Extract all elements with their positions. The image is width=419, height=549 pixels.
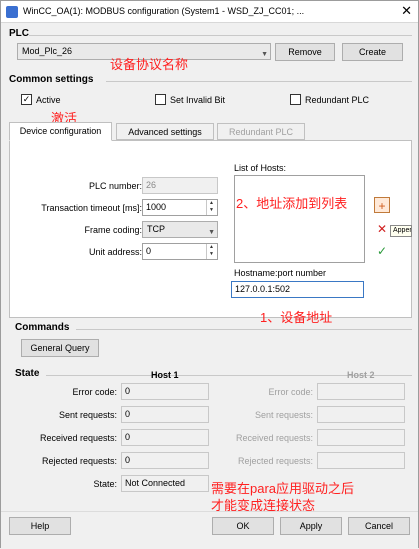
error-code-host1-field: 0 [121,383,209,400]
app-icon [6,6,18,18]
plc-select-value: Mod_Plc_26 [22,46,73,56]
received-requests-host2-label: Received requests: [235,433,313,443]
accept-host-icon[interactable]: ✓ [374,243,390,259]
hostname-port-label: Hostname:port number [234,268,327,278]
hosts-list[interactable] [234,175,365,263]
unit-address-spinbox[interactable]: 0 ▲ ▼ [142,243,218,260]
state-status-field: Not Connected [121,475,209,492]
address-annotation: 1、设备地址 [260,310,333,325]
list-of-hosts-label: List of Hosts: [234,163,287,173]
hosts-annotation: 2、地址添加到列表 [236,196,348,211]
host2-label: Host 2 [347,370,375,380]
state-status-label: State: [93,479,117,489]
plc-name-annotation: 设备协议名称 [110,57,189,72]
transaction-timeout-label: Transaction timeout [ms]: [41,203,142,213]
device-configuration-panel: PLC number: 26 Transaction timeout [ms]:… [9,140,412,325]
tab-device-configuration[interactable]: Device configuration [9,122,112,141]
set-invalid-bit-label: Set Invalid Bit [170,95,226,105]
active-label: Active [36,95,61,105]
dialog-footer: Help OK Apply Cancel [1,511,418,549]
chevron-down-icon: ▼ [208,229,215,236]
plc-number-field: 26 [142,177,218,194]
redundant-plc-checkbox[interactable] [290,94,301,105]
error-code-host2-field [317,383,405,400]
error-code-label: Error code: [72,387,117,397]
active-checkbox[interactable]: ✓ [21,94,32,105]
tab-redundant-plc[interactable]: Redundant PLC [217,123,305,140]
remove-button[interactable]: Remove [275,43,335,61]
received-requests-host2-field [317,429,405,446]
sent-requests-host2-label: Sent requests: [254,410,313,420]
frame-coding-value: TCP [147,224,165,234]
remove-host-icon[interactable]: ✕ [374,221,390,237]
create-button[interactable]: Create [342,43,403,61]
spin-arrows-icon[interactable]: ▲ ▼ [206,244,216,259]
spin-arrows-icon[interactable]: ▲ ▼ [206,200,216,215]
unit-address-label: Unit address: [88,247,142,257]
state-label: State [15,368,40,379]
common-settings-divider [106,81,412,82]
rejected-requests-host2-field [317,452,405,469]
frame-coding-label: Frame coding: [84,225,142,235]
append-tooltip: Append [390,225,412,237]
received-requests-label: Received requests: [39,433,117,443]
window-title: WinCC_OA(1): MODBUS configuration (Syste… [23,6,305,16]
rejected-requests-host2-label: Rejected requests: [237,456,313,466]
transaction-timeout-value: 1000 [146,202,167,212]
sent-requests-host1-field: 0 [121,406,209,423]
host1-label: Host 1 [151,370,179,380]
hostname-port-input[interactable]: 127.0.0.1:502 [231,281,364,298]
unit-address-value: 0 [146,246,152,256]
append-host-icon[interactable]: + [374,197,390,213]
received-requests-host1-field: 0 [121,429,209,446]
redundant-plc-label: Redundant PLC [305,95,370,105]
plc-section-label: PLC [9,28,29,39]
frame-coding-select[interactable]: TCP ▼ [142,221,218,238]
ok-button[interactable]: OK [212,517,274,535]
tab-advanced-settings[interactable]: Advanced settings [116,123,214,140]
error-code-host2-label: Error code: [268,387,313,397]
general-query-button[interactable]: General Query [21,339,99,357]
sent-requests-label: Sent requests: [58,410,117,420]
plc-number-label: PLC number: [88,181,142,191]
sent-requests-host2-field [317,406,405,423]
chevron-down-icon: ▼ [261,51,268,58]
commands-divider [76,329,412,330]
modbus-config-window: WinCC_OA(1): MODBUS configuration (Syste… [0,0,419,549]
cancel-button[interactable]: Cancel [348,517,410,535]
rejected-requests-label: Rejected requests: [41,456,117,466]
title-bar: WinCC_OA(1): MODBUS configuration (Syste… [1,1,418,23]
apply-button[interactable]: Apply [280,517,342,535]
close-icon[interactable]: ✕ [401,3,412,19]
common-settings-label: Common settings [9,74,94,85]
plc-divider [29,35,412,36]
rejected-requests-host1-field: 0 [121,452,209,469]
set-invalid-bit-checkbox[interactable] [155,94,166,105]
help-button[interactable]: Help [9,517,71,535]
transaction-timeout-spinbox[interactable]: 1000 ▲ ▼ [142,199,218,216]
commands-label: Commands [15,322,70,333]
